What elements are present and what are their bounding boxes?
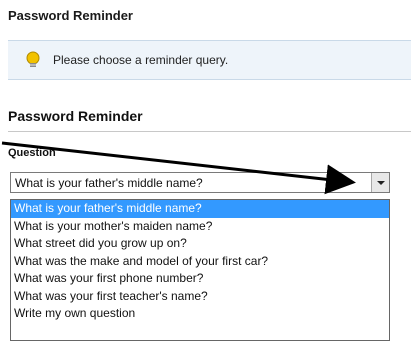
- question-select-value: What is your father's middle name?: [15, 176, 203, 190]
- question-option[interactable]: What street did you grow up on?: [11, 235, 389, 253]
- question-option[interactable]: What is your mother's maiden name?: [11, 218, 389, 236]
- question-select[interactable]: What is your father's middle name?: [10, 172, 390, 193]
- dropdown-toggle-button[interactable]: [371, 173, 389, 192]
- question-option[interactable]: What is your father's middle name?: [11, 200, 389, 218]
- question-option[interactable]: What was your first teacher's name?: [11, 288, 389, 306]
- notice-text: Please choose a reminder query.: [53, 53, 229, 67]
- page-title: Password Reminder: [8, 8, 133, 23]
- lightbulb-icon: [22, 49, 44, 71]
- section-divider: [8, 131, 411, 132]
- section-heading: Password Reminder: [8, 108, 143, 124]
- question-options-list[interactable]: What is your father's middle name? What …: [10, 199, 390, 341]
- question-option[interactable]: What was your first phone number?: [11, 270, 389, 288]
- question-label: Question: [8, 147, 56, 159]
- question-option[interactable]: What was the make and model of your firs…: [11, 253, 389, 271]
- question-option[interactable]: Write my own question: [11, 305, 389, 323]
- info-notice: Please choose a reminder query.: [8, 40, 411, 80]
- chevron-down-icon: [377, 181, 385, 185]
